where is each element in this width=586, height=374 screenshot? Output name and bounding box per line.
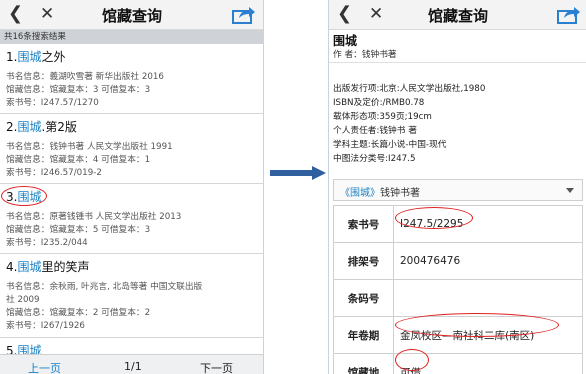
barcode-label: 条码号 — [333, 279, 394, 317]
result-title[interactable]: 1.围城之外 — [6, 48, 65, 65]
responsibility-line: 个人责任者:钱钟书 著 — [333, 126, 417, 136]
result-count: 共16条搜索结果 — [0, 30, 263, 44]
table-row: 年卷期 金凤校区—南社科二库(南区) — [333, 316, 583, 354]
volume-label: 年卷期 — [333, 316, 394, 354]
holding-table: 索书号 I247.5/2295 排架号 200476476 条码号 年卷期 金凤… — [333, 205, 583, 374]
result-title[interactable]: 4.围城里的笑声 — [6, 258, 89, 275]
result-title-highlight: 围城 — [17, 190, 42, 204]
shelf-number-value: 200476476 — [393, 242, 583, 280]
list-item[interactable]: 4.围城里的笑声 书名信息：余秋雨, 叶兆言, 北岛等著 中国文联出版 社 20… — [0, 254, 263, 338]
book-info-continued: 社 2009 — [6, 295, 40, 305]
search-results-screen: ❮ ✕ 馆藏查询 共16条搜索结果 1.围城之外 书名信息：義湖吹雪著 新华出版… — [0, 0, 264, 374]
chevron-down-icon — [566, 188, 574, 193]
result-title-highlight: 围城 — [17, 120, 42, 134]
page-title: 馆藏查询 — [101, 7, 162, 25]
book-info: 书名信息：義湖吹雪著 新华出版社 2016 — [6, 72, 164, 82]
list-item[interactable]: 2.围城.第2版 书名信息：钱钟书著 人民文学出版社 1991 馆藏信息：馆藏复… — [0, 114, 263, 184]
copy-select-value: 《围城》钱钟书著 — [340, 188, 420, 199]
list-item[interactable]: 3.围城 书名信息：原著钱锺书 人民文学出版社 2013 馆藏信息：馆藏复本：5… — [0, 184, 263, 254]
classification-line: 中图法分类号:I247.5 — [333, 154, 416, 164]
call-number: 索书号：I267/1926 — [6, 321, 85, 331]
list-item[interactable]: 1.围城之外 书名信息：義湖吹雪著 新华出版社 2016 馆藏信息：馆藏复本：3… — [0, 44, 263, 114]
book-info: 书名信息：原著钱锺书 人民文学出版社 2013 — [6, 212, 182, 222]
share-icon[interactable] — [557, 4, 581, 24]
table-row: 条码号 — [333, 279, 583, 317]
shelf-number-label: 排架号 — [333, 242, 394, 280]
table-row: 排架号 200476476 — [333, 242, 583, 280]
next-page-button[interactable]: 下一页 — [200, 360, 233, 374]
result-index: 1. — [6, 50, 18, 64]
call-number: 索书号：I246.57/019-2 — [6, 168, 102, 178]
result-index: 3. — [6, 190, 18, 204]
table-row: 馆藏地 可借 — [333, 353, 583, 374]
isbn-line: ISBN及定价:/RMB0.78 — [333, 98, 425, 108]
navbar: ❮ ✕ 馆藏查询 — [329, 0, 586, 30]
holding-info: 馆藏信息：馆藏复本：2 可借复本：2 — [6, 308, 151, 318]
call-number-value: I247.5/2295 — [393, 205, 583, 243]
physical-description-line: 载体形态项:359页;19cm — [333, 112, 432, 122]
holding-location-label: 馆藏地 — [333, 353, 394, 374]
subject-line: 学科主题:长篇小说-中国-现代 — [333, 140, 447, 150]
share-icon[interactable] — [232, 4, 256, 24]
prev-page-button[interactable]: 上一页 — [28, 360, 61, 374]
result-title-highlight: 围城 — [17, 50, 42, 64]
result-title[interactable]: 3.围城 — [6, 188, 41, 205]
holding-info: 馆藏信息：馆藏复本：5 可借复本：3 — [6, 225, 151, 235]
divider — [329, 62, 586, 63]
copy-select[interactable]: 《围城》钱钟书著 — [333, 179, 583, 201]
call-number: 索书号：I247.57/1270 — [6, 98, 99, 108]
result-title-rest: .第2版 — [41, 120, 77, 134]
call-number: 索书号：I235.2/044 — [6, 238, 88, 248]
availability-value: 可借 — [393, 353, 583, 374]
holding-info: 馆藏信息：馆藏复本：4 可借复本：1 — [6, 155, 151, 165]
result-title-highlight: 围城 — [17, 260, 42, 274]
list-item[interactable]: 5.围城 — [0, 338, 263, 358]
call-number-label: 索书号 — [333, 205, 394, 243]
book-detail-screen: ❮ ✕ 馆藏查询 围城 作 者：钱钟书著 出版发行项:北京:人民文学出版社,19… — [328, 0, 586, 374]
result-title-rest: 里的笑声 — [41, 260, 90, 274]
book-author: 作 者：钱钟书著 — [333, 50, 397, 60]
result-title-rest: 之外 — [41, 50, 66, 64]
navbar: ❮ ✕ 馆藏查询 — [0, 0, 263, 30]
result-index: 4. — [6, 260, 18, 274]
book-info: 书名信息：钱钟书著 人民文学出版社 1991 — [6, 142, 173, 152]
pagination: 上一页 1/1 下一页 — [0, 354, 263, 374]
barcode-value — [393, 279, 583, 317]
arrow-right-icon — [270, 166, 326, 180]
table-row: 索书号 I247.5/2295 — [333, 205, 583, 243]
holding-info: 馆藏信息：馆藏复本：3 可借复本：3 — [6, 85, 151, 95]
location-value: 金凤校区—南社科二库(南区) — [393, 316, 583, 354]
publisher-line: 出版发行项:北京:人民文学出版社,1980 — [333, 84, 486, 94]
book-info: 书名信息：余秋雨, 叶兆言, 北岛等著 中国文联出版 — [6, 282, 203, 292]
result-index: 2. — [6, 120, 18, 134]
result-title[interactable]: 2.围城.第2版 — [6, 118, 77, 135]
page-indicator: 1/1 — [124, 360, 142, 373]
page-title: 馆藏查询 — [427, 7, 488, 25]
